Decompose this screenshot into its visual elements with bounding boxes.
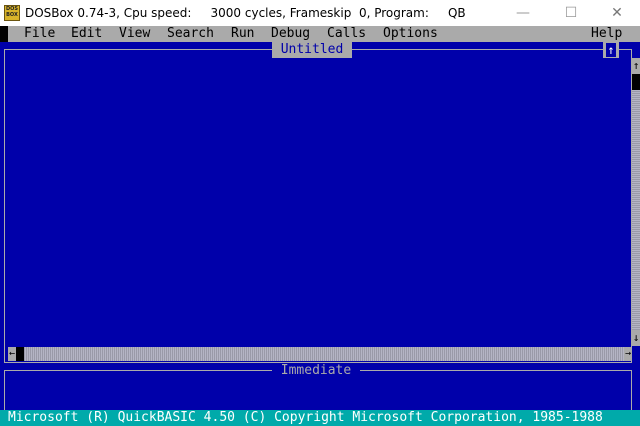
menu-bar: File Edit View Search Run Debug Calls Op… [0,26,640,42]
menu-options[interactable]: Options [383,26,438,42]
dosbox-app-icon[interactable]: DOS BOX [4,5,20,21]
vertical-scroll-thumb[interactable] [632,74,640,90]
menu-cursor [0,26,8,42]
status-bar: Microsoft (R) QuickBASIC 4.50 (C) Copyri… [0,410,640,426]
window-title: DOSBox 0.74-3, Cpu speed: 3000 cycles, F… [25,6,466,20]
immediate-title: Immediate [272,363,360,379]
menu-view[interactable]: View [119,26,150,42]
editor-window[interactable] [4,49,632,363]
editor-maximize-button[interactable]: ↑ [603,42,619,58]
horizontal-scroll-thumb[interactable] [16,347,24,361]
scroll-right-arrow-icon[interactable]: → [624,347,632,361]
menu-file[interactable]: File [24,26,55,42]
menu-debug[interactable]: Debug [271,26,310,42]
close-button[interactable]: ✕ [594,0,640,26]
horizontal-scrollbar[interactable] [8,347,632,361]
minimize-button[interactable]: — [500,0,546,26]
vertical-scrollbar[interactable] [632,58,640,346]
menu-help[interactable]: Help [591,26,622,42]
scroll-down-arrow-icon[interactable]: ↓ [632,330,640,346]
maximize-button[interactable]: ☐ [548,0,594,26]
menu-calls[interactable]: Calls [327,26,366,42]
scroll-left-arrow-icon[interactable]: ← [8,347,16,361]
editor-title: Untitled [272,42,352,58]
maximize-arrow-icon: ↑ [606,43,616,57]
window-title-bar[interactable]: DOS BOX DOSBox 0.74-3, Cpu speed: 3000 c… [0,0,640,26]
scroll-up-arrow-icon[interactable]: ↑ [632,58,640,74]
menu-edit[interactable]: Edit [71,26,102,42]
menu-search[interactable]: Search [167,26,214,42]
menu-run[interactable]: Run [231,26,254,42]
